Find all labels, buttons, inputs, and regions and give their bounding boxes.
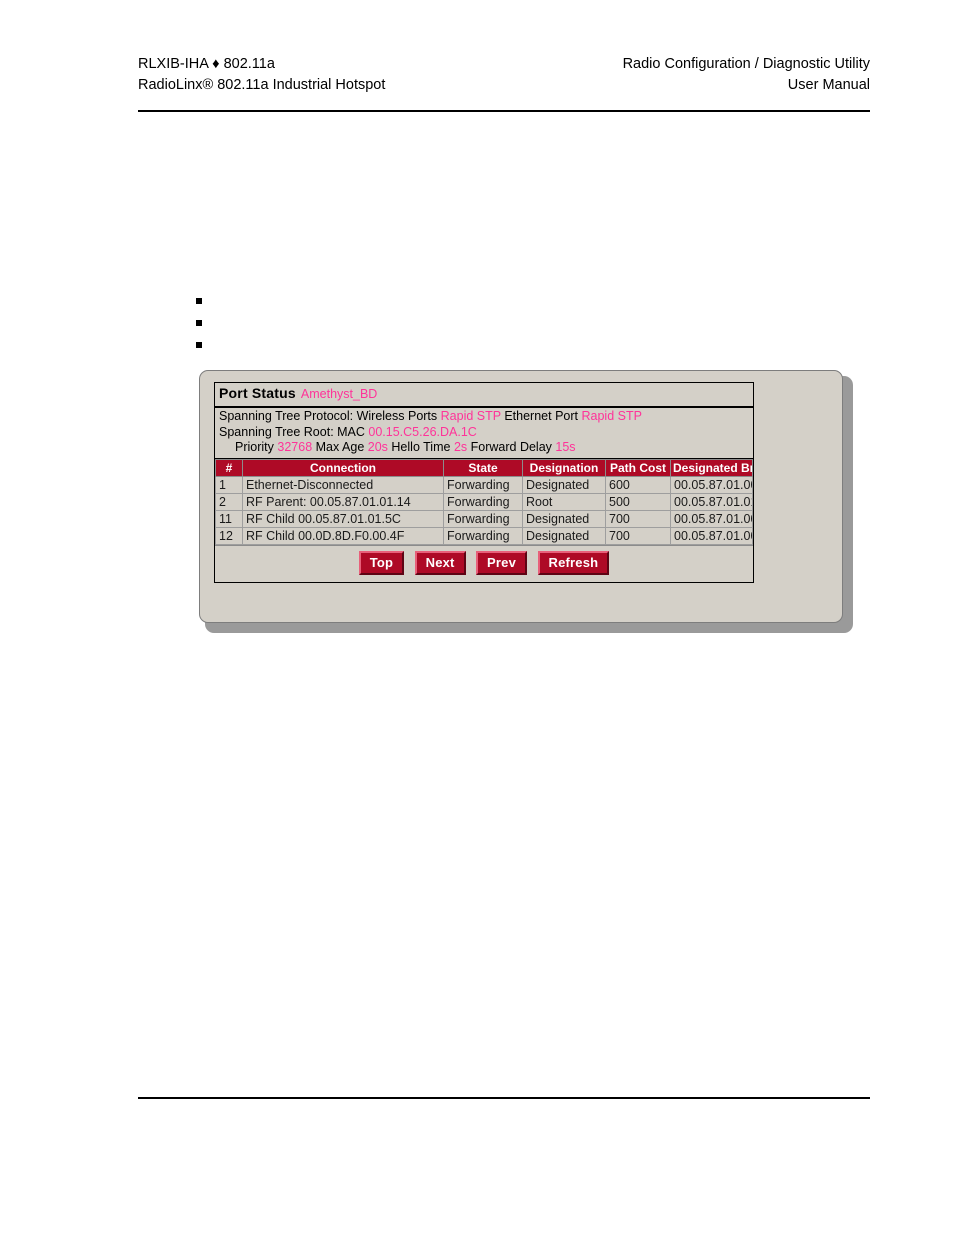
- cell-index: 12: [215, 526, 243, 545]
- header-divider: [138, 110, 870, 112]
- cell-designated-bridge: 00.05.87.01.00.ED: [670, 475, 753, 494]
- column-header-designation[interactable]: Designation: [522, 458, 606, 477]
- header-product-line: RLXIB-IHA ♦ 802.11a: [138, 56, 275, 72]
- root-mac-line: Spanning Tree Root: MAC 00.15.C5.26.DA.1…: [219, 425, 749, 441]
- timers-line: Priority 32768 Max Age 20s Hello Time 2s…: [219, 440, 749, 456]
- square-bullet-icon: [196, 342, 202, 348]
- port-status-table: # Connection State Designation Path Cost…: [215, 458, 753, 545]
- cell-designated-bridge: 00.05.87.01.01.14: [670, 492, 753, 511]
- header-product-subline: RadioLinx® 802.11a Industrial Hotspot: [138, 77, 386, 93]
- top-button[interactable]: Top: [358, 550, 405, 575]
- cell-connection: Ethernet-Disconnected: [242, 475, 444, 494]
- root-mac-label: Spanning Tree Root: MAC: [219, 424, 365, 439]
- cell-path-cost: 700: [605, 526, 671, 545]
- protocol-line: Spanning Tree Protocol: Wireless Ports R…: [219, 409, 749, 425]
- forward-delay-value: 15s: [555, 440, 576, 454]
- protocol-ethernet-label: Ethernet Port: [504, 409, 578, 423]
- cell-path-cost: 500: [605, 492, 671, 511]
- cell-state: Forwarding: [443, 492, 523, 511]
- bullet-list: [196, 292, 796, 358]
- spanning-tree-info: Spanning Tree Protocol: Wireless Ports R…: [215, 408, 753, 459]
- max-age-label: Max Age: [315, 440, 365, 454]
- cell-designation: Designated: [522, 509, 606, 528]
- column-header-index[interactable]: #: [215, 458, 243, 477]
- header-left-block: RLXIB-IHA ♦ 802.11a RadioLinx® 802.11a I…: [138, 54, 385, 96]
- prev-button[interactable]: Prev: [476, 550, 528, 575]
- header-document-subtitle: User Manual: [787, 77, 870, 93]
- next-button[interactable]: Next: [414, 550, 466, 575]
- footer-divider: [138, 1097, 870, 1099]
- column-header-designated-bridge[interactable]: Designated Bridge: [670, 458, 753, 477]
- hello-time-label: Hello Time: [391, 440, 451, 454]
- cell-designated-bridge: 00.05.87.01.00.ED: [670, 526, 753, 545]
- cell-index: 1: [215, 475, 243, 494]
- port-status-window: Port Status Amethyst_BD Spanning Tree Pro…: [214, 382, 754, 583]
- page-title: Port Status: [219, 385, 296, 401]
- cell-state: Forwarding: [443, 526, 523, 545]
- list-item: [196, 314, 796, 336]
- header-right-block: Radio Configuration / Diagnostic Utility…: [623, 54, 870, 96]
- cell-connection: RF Parent: 00.05.87.01.01.14: [242, 492, 444, 511]
- priority-label: Priority: [235, 440, 274, 454]
- cell-designation: Root: [522, 492, 606, 511]
- figure-panel: Port Status Amethyst_BD Spanning Tree Pro…: [199, 370, 843, 623]
- table-row[interactable]: 2 RF Parent: 00.05.87.01.01.14 Forwardin…: [215, 492, 753, 511]
- square-bullet-icon: [196, 298, 202, 304]
- window-title-bar: Port Status Amethyst_BD: [215, 383, 753, 408]
- protocol-wireless-value: Rapid STP: [440, 409, 501, 423]
- cell-path-cost: 600: [605, 475, 671, 494]
- cell-path-cost: 700: [605, 509, 671, 528]
- cell-state: Forwarding: [443, 475, 523, 494]
- cell-index: 2: [215, 492, 243, 511]
- cell-connection: RF Child 00.0D.8D.F0.00.4F: [242, 526, 444, 545]
- table-row[interactable]: 11 RF Child 00.05.87.01.01.5C Forwarding…: [215, 509, 753, 528]
- column-header-path-cost[interactable]: Path Cost: [605, 458, 671, 477]
- column-header-connection[interactable]: Connection: [242, 458, 444, 477]
- table-row[interactable]: 1 Ethernet-Disconnected Forwarding Desig…: [215, 475, 753, 494]
- priority-value: 32768: [277, 440, 313, 454]
- protocol-label: Spanning Tree Protocol: Wireless Ports: [219, 409, 438, 423]
- screenshot-figure: Port Status Amethyst_BD Spanning Tree Pro…: [199, 370, 853, 633]
- header-document-title: Radio Configuration / Diagnostic Utility: [622, 56, 870, 72]
- cell-index: 11: [215, 509, 243, 528]
- root-mac-value: 00.15.C5.26.DA.1C: [368, 424, 477, 439]
- list-item: [196, 336, 796, 358]
- cell-designation: Designated: [522, 526, 606, 545]
- cell-connection: RF Child 00.05.87.01.01.5C: [242, 509, 444, 528]
- cell-state: Forwarding: [443, 509, 523, 528]
- refresh-button[interactable]: Refresh: [537, 550, 610, 575]
- navigation-button-bar: Top Next Prev Refresh: [215, 544, 753, 582]
- cell-designation: Designated: [522, 475, 606, 494]
- table-row[interactable]: 12 RF Child 00.0D.8D.F0.00.4F Forwarding…: [215, 526, 753, 545]
- radio-name-label: Amethyst_BD: [300, 387, 378, 401]
- max-age-value: 20s: [367, 440, 388, 454]
- hello-time-value: 2s: [453, 440, 468, 454]
- protocol-ethernet-value: Rapid STP: [581, 409, 642, 423]
- forward-delay-label: Forward Delay: [470, 440, 552, 454]
- cell-designated-bridge: 00.05.87.01.00.ED: [670, 509, 753, 528]
- list-item: [196, 292, 796, 314]
- square-bullet-icon: [196, 320, 202, 326]
- page-header: RLXIB-IHA ♦ 802.11a RadioLinx® 802.11a I…: [138, 54, 870, 96]
- table-header-row: # Connection State Designation Path Cost…: [215, 458, 753, 477]
- column-header-state[interactable]: State: [443, 458, 523, 477]
